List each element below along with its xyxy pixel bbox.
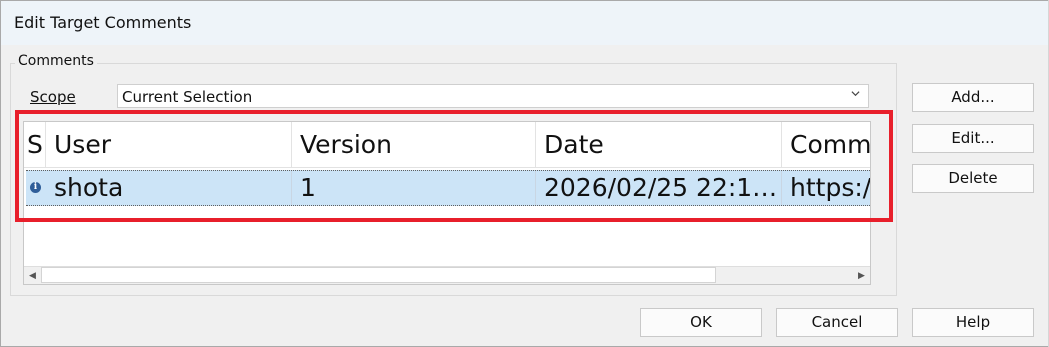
row-date-cell: 2026/02/25 22:1… [536, 171, 782, 205]
table-row[interactable]: i shota 1 2026/02/25 22:1… https:/ [26, 170, 871, 206]
comments-list[interactable]: S User Version Date Comm i shota 1 2026/… [23, 121, 871, 285]
add-button-label: Add... [951, 88, 995, 106]
list-header: S User Version Date Comm [24, 122, 870, 168]
edit-target-comments-dialog: Edit Target Comments Comments Scope Curr… [0, 0, 1049, 347]
help-button[interactable]: Help [912, 308, 1034, 337]
row-comment-cell: https:/ [790, 173, 871, 202]
scope-dropdown[interactable]: Current Selection [117, 84, 869, 108]
scroll-right-button[interactable]: ▶ [853, 267, 870, 284]
scope-label-text: Scope [30, 88, 76, 106]
scope-selected-value: Current Selection [122, 88, 253, 106]
column-header-version[interactable]: Version [292, 122, 536, 167]
column-header-status[interactable]: S [24, 122, 46, 167]
add-button[interactable]: Add... [912, 83, 1034, 112]
cancel-button-label: Cancel [811, 313, 863, 331]
help-button-label: Help [955, 313, 991, 331]
edit-button-label: Edit... [951, 129, 995, 147]
row-user-cell: shota [46, 171, 292, 205]
column-header-date[interactable]: Date [536, 122, 782, 167]
dialog-title: Edit Target Comments [14, 13, 192, 32]
horizontal-scrollbar[interactable]: ◀ ▶ [24, 266, 870, 284]
delete-button[interactable]: Delete [912, 164, 1034, 193]
ok-button-label: OK [690, 313, 712, 331]
title-bar: Edit Target Comments [1, 1, 1048, 45]
edit-button[interactable]: Edit... [912, 124, 1034, 153]
cancel-button[interactable]: Cancel [776, 308, 898, 337]
delete-button-label: Delete [948, 169, 998, 187]
column-header-comment[interactable]: Comm [782, 122, 870, 167]
info-icon: i [30, 182, 41, 193]
scroll-thumb[interactable] [41, 267, 716, 283]
ok-button[interactable]: OK [640, 308, 762, 337]
chevron-down-icon [851, 91, 860, 97]
comments-group-label: Comments [15, 53, 97, 69]
column-header-user[interactable]: User [46, 122, 292, 167]
scope-label: Scope [30, 88, 76, 106]
scroll-left-button[interactable]: ◀ [24, 267, 41, 284]
row-version-cell: 1 [292, 171, 536, 205]
